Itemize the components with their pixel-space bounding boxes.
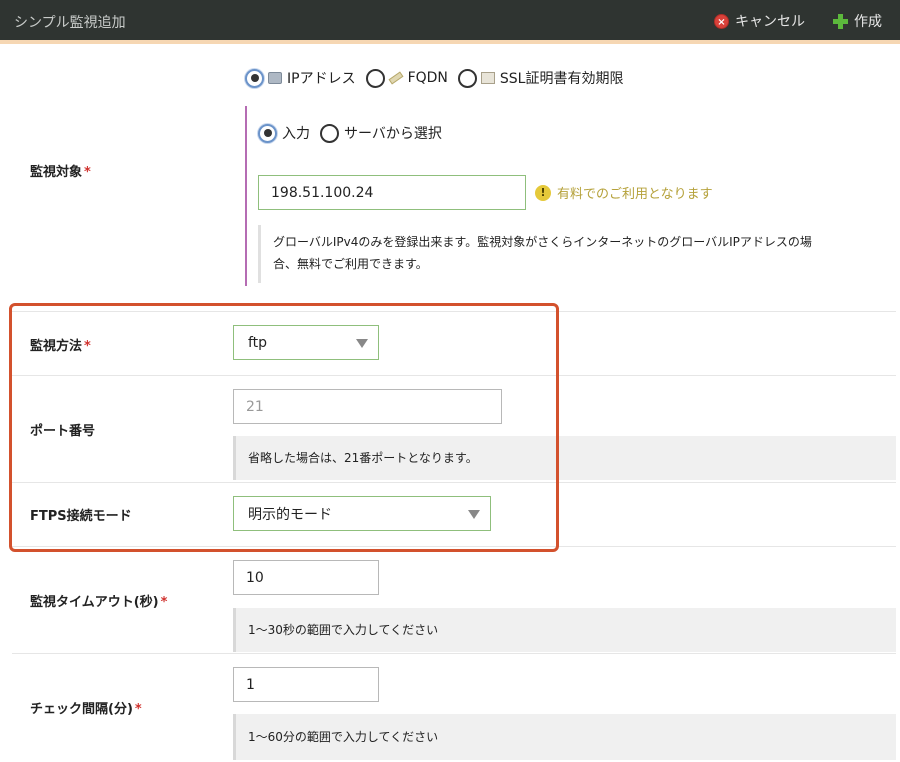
- divider: [12, 546, 896, 547]
- port-help-text: 省略した場合は、21番ポートとなります。: [233, 436, 896, 480]
- interval-help-text: 1〜60分の範囲で入力してください: [233, 714, 896, 760]
- interval-label: チェック間隔(分) *: [30, 702, 142, 717]
- timeout-label: 監視タイムアウト(秒) *: [30, 595, 168, 610]
- divider: [12, 311, 896, 312]
- radio-button[interactable]: [365, 68, 385, 88]
- target-mode-input[interactable]: 入力: [258, 123, 310, 143]
- timeout-help-text: 1〜30秒の範囲で入力してください: [233, 608, 896, 652]
- divider: [12, 482, 896, 483]
- port-input[interactable]: 21: [233, 389, 502, 424]
- section-indicator-bar: [245, 106, 247, 286]
- radio-button[interactable]: [320, 123, 339, 143]
- method-select[interactable]: ftp: [233, 325, 379, 360]
- paid-warning: ! 有料でのご利用となります: [535, 183, 713, 202]
- create-label: 作成: [854, 14, 882, 30]
- monitor-icon: [268, 72, 282, 84]
- dialog-title: シンプル監視追加: [14, 15, 126, 31]
- target-type-ip[interactable]: IPアドレス: [245, 68, 356, 88]
- dialog-header: シンプル監視追加 × キャンセル 作成: [0, 0, 900, 44]
- target-type-fqdn[interactable]: FQDN: [365, 68, 448, 88]
- radio-button[interactable]: [245, 68, 264, 88]
- radio-button[interactable]: [457, 68, 477, 88]
- port-label: ポート番号: [30, 424, 96, 439]
- divider: [12, 375, 896, 376]
- cancel-button[interactable]: × キャンセル: [714, 11, 805, 31]
- ftps-mode-label: FTPS接続モード: [30, 509, 132, 524]
- timeout-input[interactable]: 10: [233, 560, 379, 595]
- radio-button[interactable]: [258, 123, 277, 143]
- certificate-icon: [480, 72, 495, 84]
- warning-icon: !: [535, 184, 551, 201]
- ftps-mode-select[interactable]: 明示的モード: [233, 496, 491, 531]
- interval-input[interactable]: 1: [233, 667, 379, 702]
- cancel-label: キャンセル: [735, 14, 805, 30]
- dropdown-arrow-icon: [356, 338, 368, 348]
- method-label: 監視方法 *: [30, 339, 91, 354]
- target-mode-select-server[interactable]: サーバから選択: [320, 123, 442, 143]
- create-button[interactable]: 作成: [833, 11, 882, 31]
- target-type-ssl[interactable]: SSL証明書有効期限: [457, 68, 623, 88]
- target-mode-radio-group: 入力 サーバから選択: [258, 123, 452, 143]
- target-help-text: グローバルIPv4のみを登録出来ます。監視対象がさくらインターネットのグローバル…: [258, 225, 896, 283]
- cancel-icon: ×: [714, 13, 729, 29]
- target-type-radio-group: IPアドレス FQDN SSL証明書有効期限: [245, 68, 633, 88]
- tag-icon: [388, 71, 404, 85]
- dropdown-arrow-icon: [468, 509, 480, 519]
- plus-icon: [833, 13, 848, 29]
- divider: [12, 653, 896, 654]
- target-ip-input[interactable]: 198.51.100.24: [258, 175, 526, 210]
- target-label: 監視対象 *: [30, 165, 91, 180]
